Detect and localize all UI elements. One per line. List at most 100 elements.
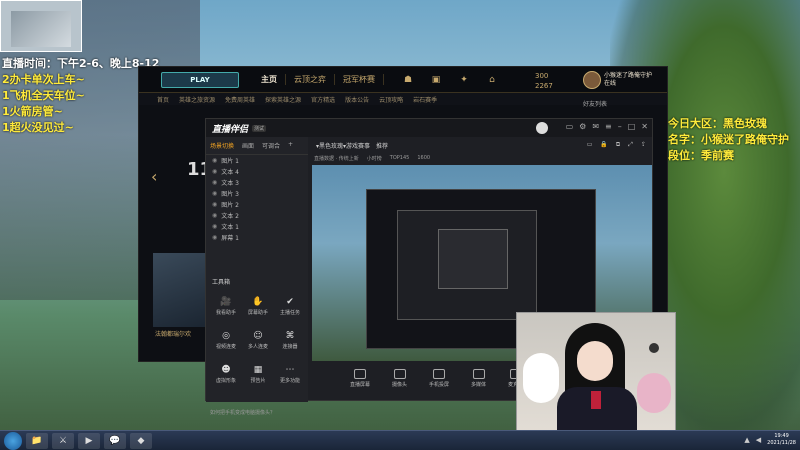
collection-icon[interactable]: ▣	[428, 75, 444, 85]
champion-card-title: 法翰都瑞尔欢	[155, 331, 192, 338]
tool-button[interactable]: ✋ 屏幕助手	[242, 291, 274, 321]
source-item[interactable]: ◉ 文本 2	[206, 210, 308, 221]
nav-home[interactable]: 主页	[253, 74, 286, 85]
chevron-left-icon[interactable]: ‹	[151, 167, 157, 186]
source-item[interactable]: ◉ 图片 1	[206, 155, 308, 166]
stream-overlay-left: 直播时间：下午2-6、晚上8-12 2办卡单次上车~ 1飞机全天车位~ 1火箭房…	[2, 56, 159, 136]
user-profile[interactable]: 小猴迷了路俺守护 在线	[583, 71, 652, 89]
share-icon[interactable]: ⇪	[641, 141, 646, 149]
taskbar: 📁 ⚔ ▶ 💬 ◆ ▲ ◀ 19:49 2021/11/28	[0, 430, 800, 450]
category-selector[interactable]: ▾黑色玫瑰▾游戏赛事	[316, 141, 370, 150]
volume-icon[interactable]: ◀	[756, 436, 761, 444]
profile-icon[interactable]: ☗	[400, 75, 416, 85]
source-item[interactable]: ◉ 屏幕 1	[206, 232, 308, 243]
source-item[interactable]: ◉ 文本 3	[206, 177, 308, 188]
preview-topbar: ▾黑色玫瑰▾游戏赛事 推荐 ▭ 🔒 ⧉ ⤢ ⇪	[310, 137, 654, 153]
camera-button[interactable]: 摄像头	[392, 369, 407, 388]
microphone-icon	[649, 343, 659, 353]
stats-item[interactable]: 直播数据 · 传统上新	[314, 155, 359, 162]
eye-icon[interactable]: ◉	[212, 223, 217, 230]
media-icon	[472, 369, 485, 379]
recommend-tag[interactable]: 推荐	[376, 141, 388, 150]
source-item[interactable]: ◉ 图片 2	[206, 199, 308, 210]
stats-item: TOP145	[389, 155, 410, 161]
add-icon[interactable]: +	[288, 141, 293, 150]
copy-icon[interactable]: ⧉	[616, 141, 620, 149]
media-button[interactable]: 多媒体	[471, 369, 486, 388]
avatar	[583, 71, 601, 89]
subnav-item[interactable]: 版本公告	[345, 95, 369, 104]
eye-icon[interactable]: ◉	[212, 212, 217, 219]
tool-button[interactable]: ☻ 虚拟形象	[210, 359, 242, 389]
lock-icon[interactable]: 🔒	[600, 141, 607, 149]
tool-button[interactable]: ⋯ 更多功能	[274, 359, 306, 389]
top-left-thumbnail	[0, 0, 82, 52]
eye-icon[interactable]: ◉	[212, 179, 217, 186]
subnav-item[interactable]: 云顶攻略	[379, 95, 403, 104]
eye-icon[interactable]: ◉	[212, 234, 217, 241]
network-icon[interactable]: ▲	[744, 436, 749, 444]
chat-icon[interactable]: ▭	[566, 122, 574, 131]
stream-app-titlebar: 直播伴侣 测试 ▭ ⚙ ✉ ≡ – □ ✕	[206, 119, 652, 137]
status-text: 在线	[604, 80, 617, 87]
avatar[interactable]	[536, 122, 548, 134]
overlay-line: 1火箭房管~	[2, 105, 63, 118]
nav-clash[interactable]: 冠军杯赛	[335, 74, 384, 85]
start-button[interactable]	[4, 431, 22, 450]
overlay-line: 直播时间：下午2-6、晚上8-12	[2, 57, 160, 70]
taskbar-app-other[interactable]: ◆	[130, 432, 152, 449]
subnav-item[interactable]: 首页	[157, 95, 169, 104]
champion-card[interactable]	[153, 253, 213, 327]
source-item[interactable]: ◉ 图片 3	[206, 188, 308, 199]
tab-adjust[interactable]: 可调合	[262, 141, 280, 150]
source-item[interactable]: ◉ 文本 1	[206, 221, 308, 232]
menu-icon[interactable]: ≡	[605, 122, 612, 131]
phone-cast-button[interactable]: 手机投屏	[429, 369, 449, 388]
source-controls: 直播屏幕 摄像头 手机投屏 多媒体 麦克风	[350, 369, 523, 388]
minimize-icon[interactable]: –	[618, 122, 622, 131]
maximize-icon[interactable]: □	[628, 122, 636, 131]
eye-icon[interactable]: ◉	[212, 157, 217, 164]
tool-icon: ◎	[222, 330, 230, 341]
source-item[interactable]: ◉ 文本 4	[206, 166, 308, 177]
tool-icon: ▦	[253, 364, 263, 375]
mail-icon[interactable]: ✉	[592, 122, 599, 131]
tab-screen[interactable]: 画面	[242, 141, 254, 150]
subnav-item[interactable]: 探索英雄之源	[265, 95, 301, 104]
screen-capture-button[interactable]: 直播屏幕	[350, 369, 370, 388]
help-tip-link[interactable]: 如何把手机变成电脑摄像头？	[210, 409, 275, 416]
close-icon[interactable]: ✕	[641, 122, 648, 131]
taskbar-app-lol[interactable]: ⚔	[52, 432, 74, 449]
tool-button[interactable]: ◎ 视频连麦	[210, 325, 242, 355]
tool-button[interactable]: ☺ 多人连麦	[242, 325, 274, 355]
eye-icon[interactable]: ◉	[212, 190, 217, 197]
toolbox-grid: 🎥 我看助手 ✋ 屏幕助手 ✔ 主播任务 ◎ 视频连麦 ☺ 多人连麦 ⌘ 连接器 ☻ 虚拟形象…	[210, 291, 306, 389]
fullscreen-icon[interactable]: ⤢	[628, 141, 633, 149]
clock[interactable]: 19:49 2021/11/28	[767, 433, 796, 447]
tool-button[interactable]: ⌘ 连接器	[274, 325, 306, 355]
subnav-item[interactable]: 英雄之旅资源	[179, 95, 215, 104]
tool-button[interactable]: ▦ 预告片	[242, 359, 274, 389]
stream-overlay-right: 今日大区：黑色玫瑰 名字：小猴迷了路俺守护 段位：季前赛	[668, 116, 789, 164]
taskbar-app-explorer[interactable]: 📁	[26, 432, 48, 449]
overlay-line: 1飞机全天车位~	[2, 89, 85, 102]
tool-button[interactable]: 🎥 我看助手	[210, 291, 242, 321]
tab-scenes[interactable]: 场景切换	[210, 141, 234, 150]
store-icon[interactable]: ⌂	[484, 75, 500, 85]
layout-icon[interactable]: ▭	[587, 141, 593, 149]
tool-button[interactable]: ✔ 主播任务	[274, 291, 306, 321]
taskbar-app-stream[interactable]: ▶	[78, 432, 100, 449]
eye-icon[interactable]: ◉	[212, 168, 217, 175]
taskbar-app-chat[interactable]: 💬	[104, 432, 126, 449]
subnav-item[interactable]: 官方精选	[311, 95, 335, 104]
play-button[interactable]: PLAY	[161, 71, 239, 88]
nav-tft[interactable]: 云顶之弈	[286, 74, 335, 85]
clock-time: 19:49	[774, 433, 789, 439]
username: 小猴迷了路俺守护	[604, 72, 653, 79]
loot-icon[interactable]: ✦	[456, 75, 472, 85]
settings-icon[interactable]: ⚙	[579, 122, 586, 131]
subnav-item[interactable]: 岩石赛季	[413, 95, 437, 104]
eye-icon[interactable]: ◉	[212, 201, 217, 208]
scene-panel: 场景切换 画面 可调合 + ◉ 图片 1 ◉ 文本 4 ◉ 文本 3 ◉ 图片 3 ◉ 图…	[206, 137, 308, 416]
subnav-item[interactable]: 免费周英雄	[225, 95, 255, 104]
